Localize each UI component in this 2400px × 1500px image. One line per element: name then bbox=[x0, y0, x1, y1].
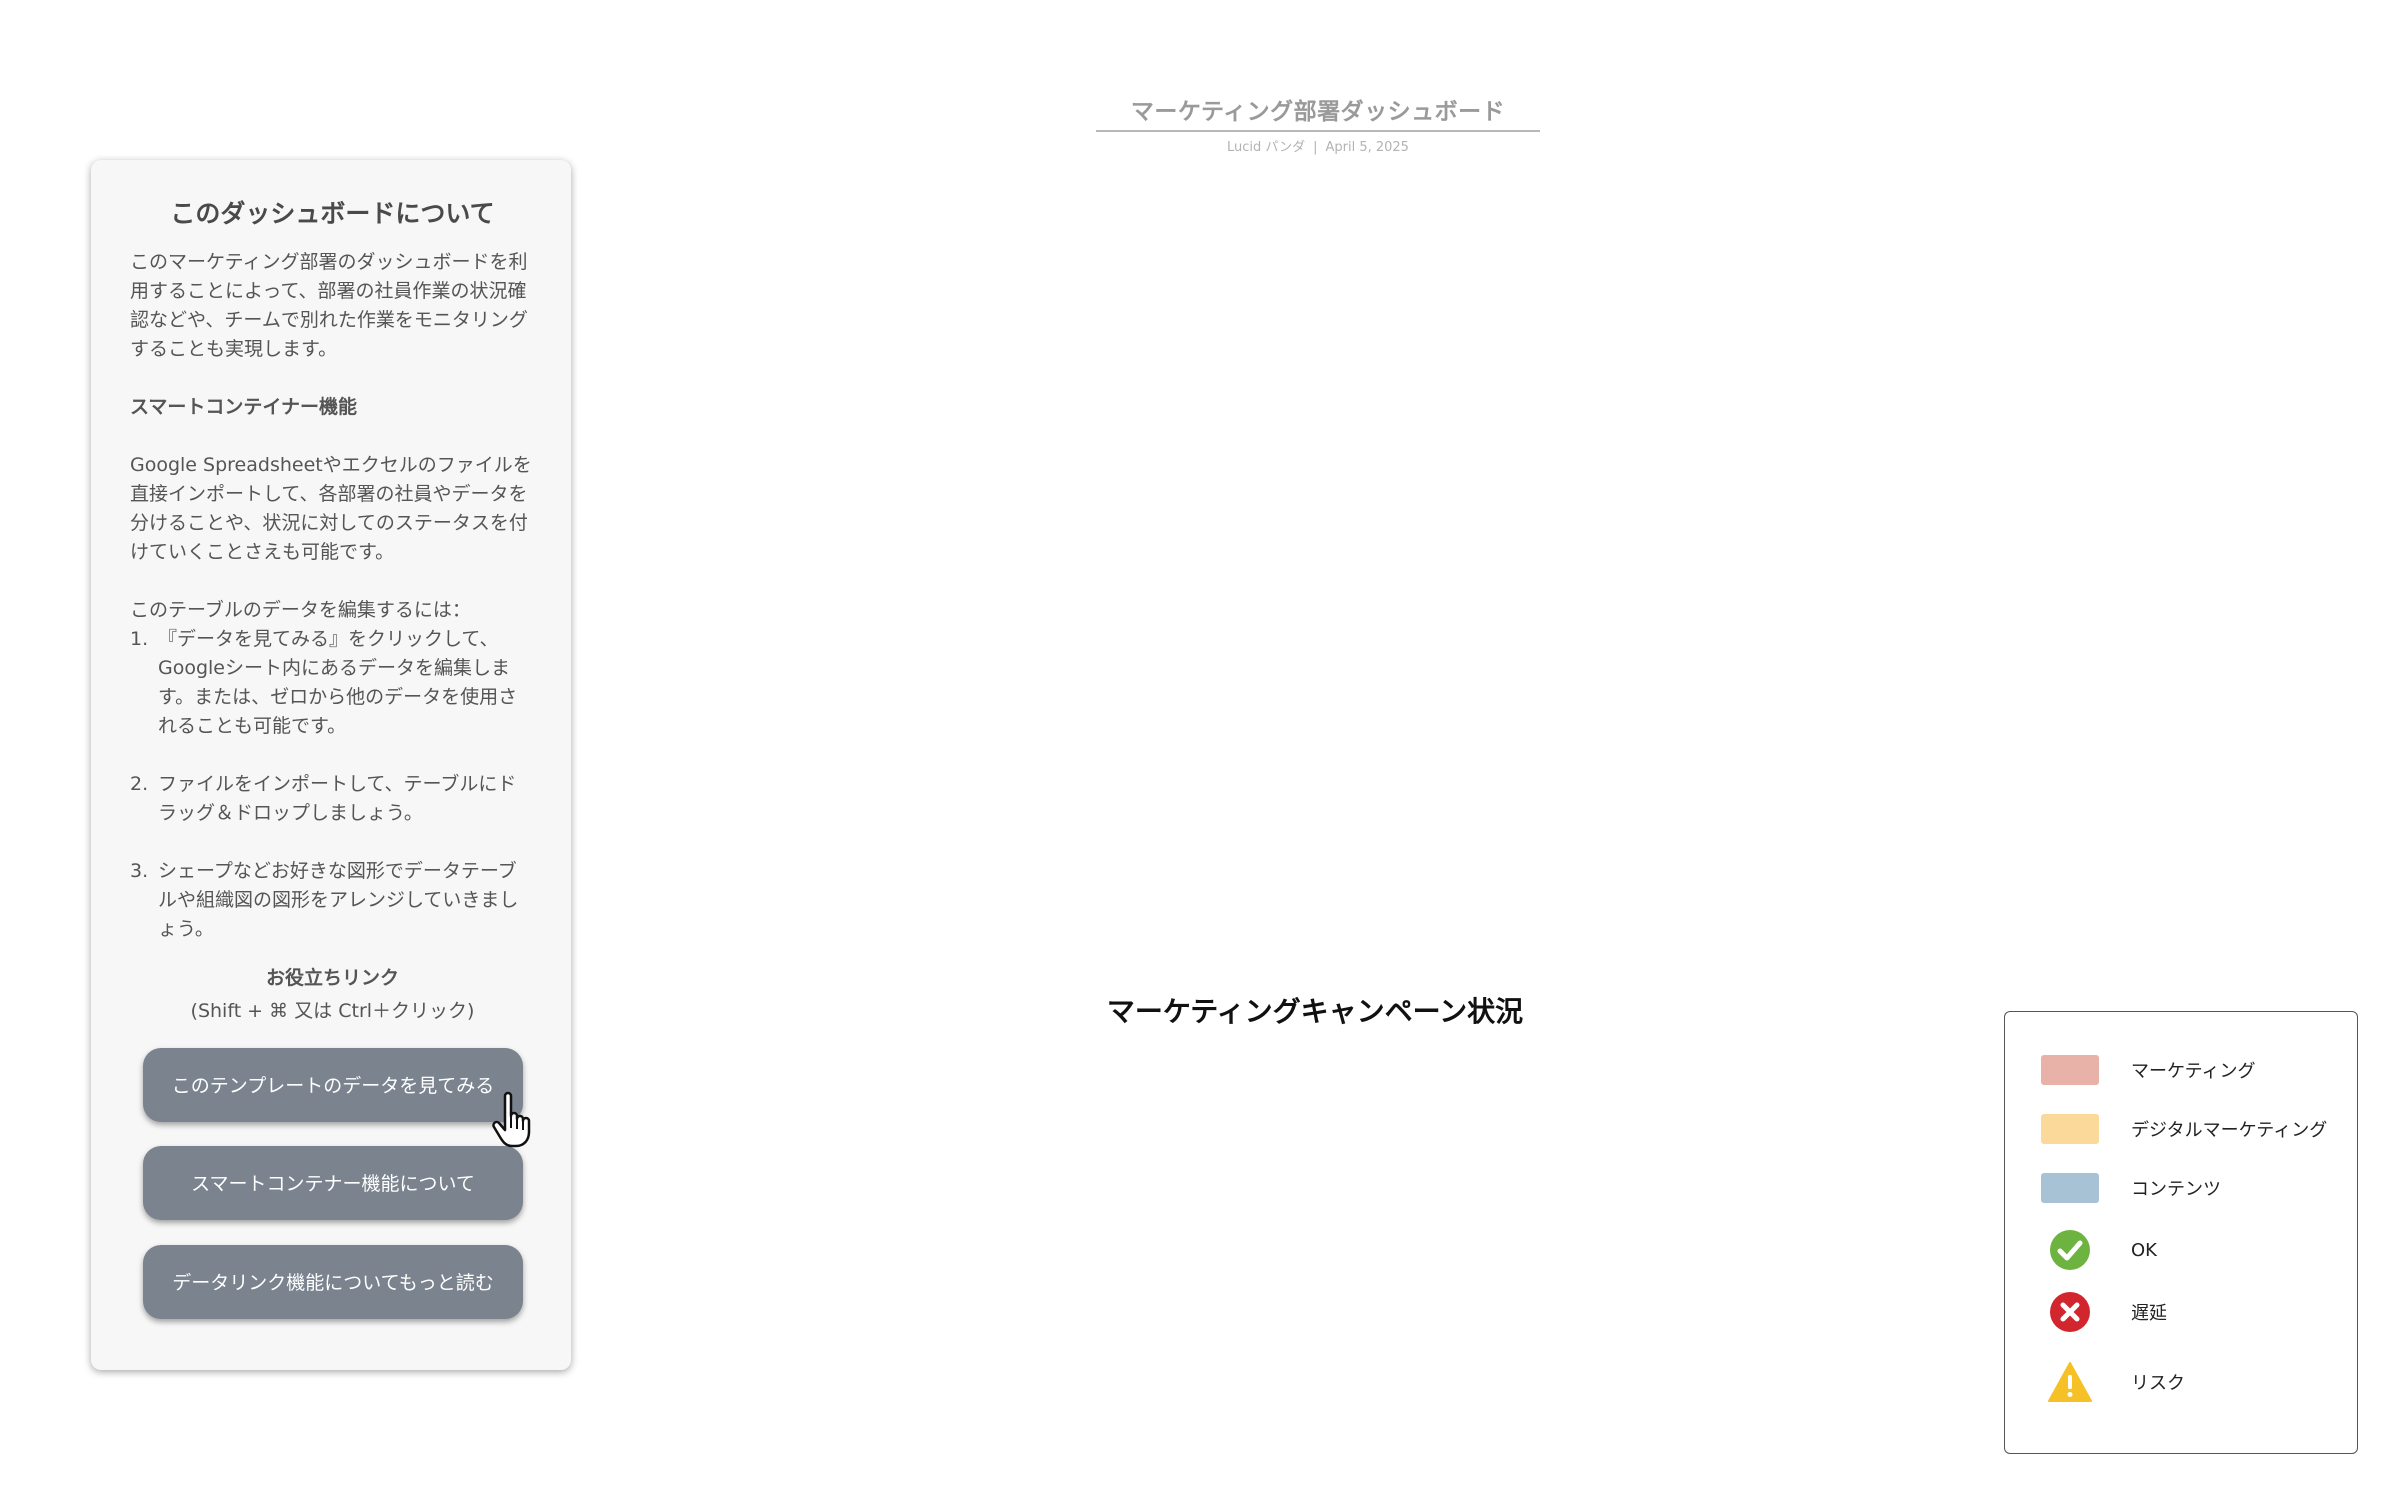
page-title: マーケティング部署ダッシュボード bbox=[1096, 92, 1540, 132]
step-item: 2. ファイルをインポートして、テーブルにドラッグ＆ドロップしましょう。 bbox=[130, 770, 535, 828]
step-text: ファイルをインポートして、テーブルにドラッグ＆ドロップしましょう。 bbox=[158, 773, 517, 824]
info-panel: このダッシュボードについて このマーケティング部署のダッシュボードを利用すること… bbox=[91, 160, 571, 1370]
x-circle-icon bbox=[2041, 1290, 2099, 1334]
data-link-info-button[interactable]: データリンク機能についてもっと読む bbox=[143, 1245, 523, 1319]
legend-label: リスク bbox=[2131, 1373, 2185, 1394]
step-number: 2. bbox=[130, 773, 149, 795]
subtitle-separator: | bbox=[1313, 140, 1318, 155]
campaign-status-title: マーケティングキャンペーン状況 bbox=[1106, 995, 1524, 1028]
smart-container-heading: スマートコンテイナー機能 bbox=[130, 396, 358, 418]
legend-label: コンテンツ bbox=[2131, 1179, 2221, 1200]
steps-list: 1. 『データを見てみる』をクリックして、Googleシート内にあるデータを編集… bbox=[130, 625, 535, 944]
legend-item-content: コンテンツ bbox=[2041, 1168, 2221, 1208]
page-subtitle: Lucid パンダ | April 5, 2025 bbox=[1096, 136, 1540, 155]
legend-item-risk: リスク bbox=[2041, 1362, 2185, 1402]
view-template-data-button[interactable]: このテンプレートのデータを見てみる bbox=[143, 1048, 523, 1122]
hand-pointer-icon bbox=[492, 1091, 531, 1148]
step-number: 3. bbox=[130, 860, 149, 882]
step-item: 3. シェープなどお好きな図形でデータテーブルや組織図の図形をアレンジしていきま… bbox=[130, 857, 535, 944]
step-text: 『データを見てみる』をクリックして、Googleシート内にあるデータを編集します… bbox=[158, 628, 518, 737]
info-panel-title: このダッシュボードについて bbox=[170, 199, 495, 228]
step-text: シェープなどお好きな図形でデータテーブルや組織図の図形をアレンジしていきましょう… bbox=[158, 860, 519, 940]
smart-container-info-button[interactable]: スマートコンテナー機能について bbox=[143, 1146, 523, 1220]
legend-swatch-digital-marketing bbox=[2041, 1114, 2099, 1144]
useful-links-hint: (Shift + ⌘ 又は Ctrl＋クリック) bbox=[190, 1000, 475, 1022]
page-header: マーケティング部署ダッシュボード Lucid パンダ | April 5, 2025 bbox=[1096, 92, 1540, 155]
warning-triangle-icon bbox=[2041, 1360, 2099, 1404]
legend-swatch-marketing bbox=[2041, 1055, 2099, 1085]
legend-item-digital-marketing: デジタルマーケティング bbox=[2041, 1109, 2327, 1149]
author-name: Lucid パンダ bbox=[1227, 140, 1306, 155]
step-number: 1. bbox=[130, 628, 149, 650]
legend-label: OK bbox=[2131, 1239, 2157, 1261]
step-item: 1. 『データを見てみる』をクリックして、Googleシート内にあるデータを編集… bbox=[130, 625, 535, 741]
legend-item-ok: OK bbox=[2041, 1230, 2157, 1270]
legend-label: 遅延 bbox=[2131, 1303, 2167, 1324]
date-label: April 5, 2025 bbox=[1325, 140, 1409, 155]
info-intro-text: このマーケティング部署のダッシュボードを利用することによって、部署の社員作業の状… bbox=[130, 251, 528, 360]
legend-label: デジタルマーケティング bbox=[2131, 1120, 2328, 1141]
legend-panel: マーケティング デジタルマーケティング コンテンツ OK 遅延 リスク bbox=[2004, 1011, 2358, 1454]
smart-container-text: Google Spreadsheetやエクセルのファイルを直接インポートして、各… bbox=[130, 454, 532, 563]
edit-intro-text: このテーブルのデータを編集するには： bbox=[130, 599, 471, 621]
legend-item-delay: 遅延 bbox=[2041, 1292, 2167, 1332]
check-circle-icon bbox=[2041, 1228, 2099, 1272]
legend-swatch-content bbox=[2041, 1173, 2099, 1203]
legend-item-marketing: マーケティング bbox=[2041, 1050, 2256, 1090]
useful-links-title: お役立ちリンク bbox=[265, 967, 399, 989]
legend-label: マーケティング bbox=[2131, 1061, 2256, 1082]
